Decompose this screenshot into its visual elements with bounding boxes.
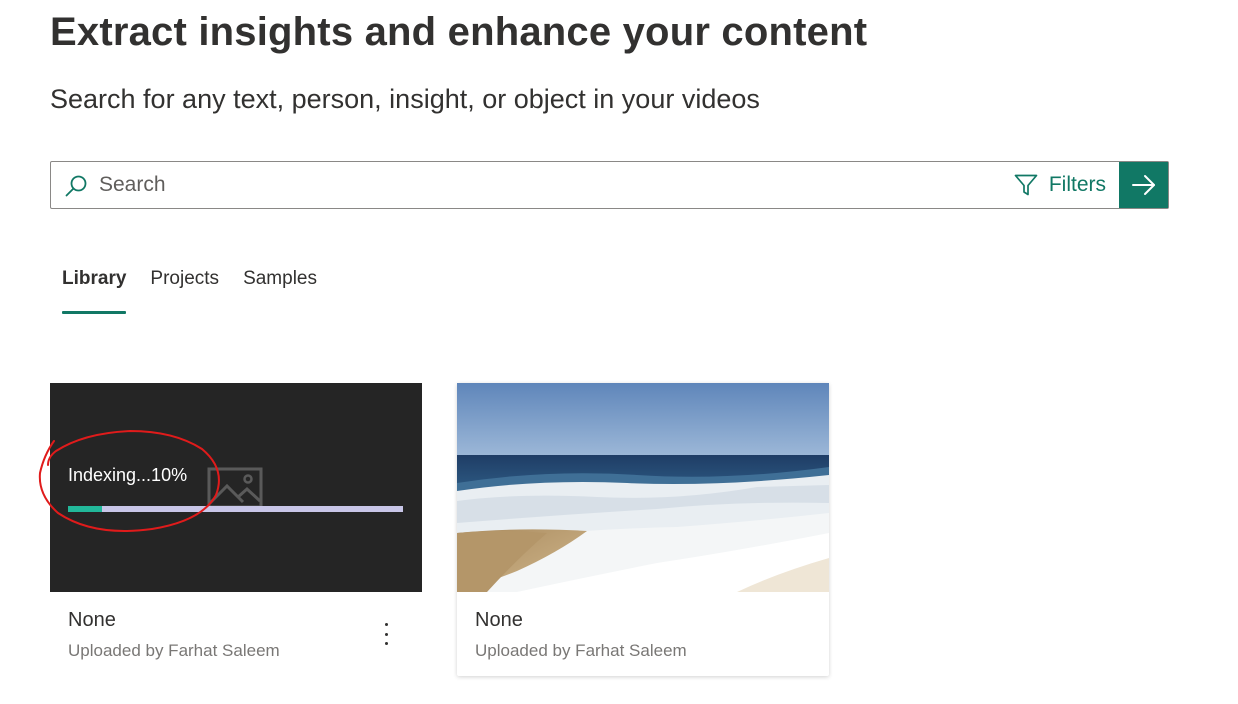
video-title[interactable]: None (68, 609, 116, 632)
more-dot-icon (384, 632, 388, 636)
filters-button[interactable]: Filters (1013, 168, 1106, 202)
page-subtitle: Search for any text, person, insight, or… (50, 84, 760, 114)
page-title: Extract insights and enhance your conten… (50, 10, 868, 54)
tab-list: Library Projects Samples (62, 266, 317, 314)
video-uploader: Uploaded by Farhat Saleem (475, 641, 687, 660)
video-title[interactable]: None (475, 609, 523, 632)
beach-thumbnail (457, 383, 829, 592)
video-card[interactable]: Indexing...10% None Uploaded by Farhat S… (50, 383, 422, 676)
more-dot-icon (384, 623, 388, 626)
filter-icon (1014, 174, 1038, 196)
tab-projects[interactable]: Projects (150, 266, 219, 314)
more-dot-icon (384, 642, 388, 645)
video-thumbnail[interactable]: Indexing...10% (50, 383, 422, 592)
indexing-status: Indexing...10% (68, 465, 188, 485)
indexing-progress-fill (68, 506, 102, 512)
search-input[interactable] (99, 168, 979, 202)
video-card[interactable]: None Uploaded by Farhat Saleem (457, 383, 829, 676)
filters-label: Filters (1048, 173, 1106, 196)
placeholder-image-icon (207, 467, 263, 509)
video-uploader: Uploaded by Farhat Saleem (68, 641, 280, 660)
tab-library[interactable]: Library (62, 266, 127, 314)
search-bar: Filters (50, 161, 1169, 209)
video-thumbnail[interactable] (457, 383, 829, 592)
more-options-button[interactable] (376, 620, 396, 648)
arrow-right-icon (1131, 175, 1155, 195)
search-submit-button[interactable] (1119, 162, 1168, 208)
indexing-progress-bar (68, 506, 403, 512)
tab-samples[interactable]: Samples (243, 266, 317, 314)
search-icon (65, 175, 87, 197)
